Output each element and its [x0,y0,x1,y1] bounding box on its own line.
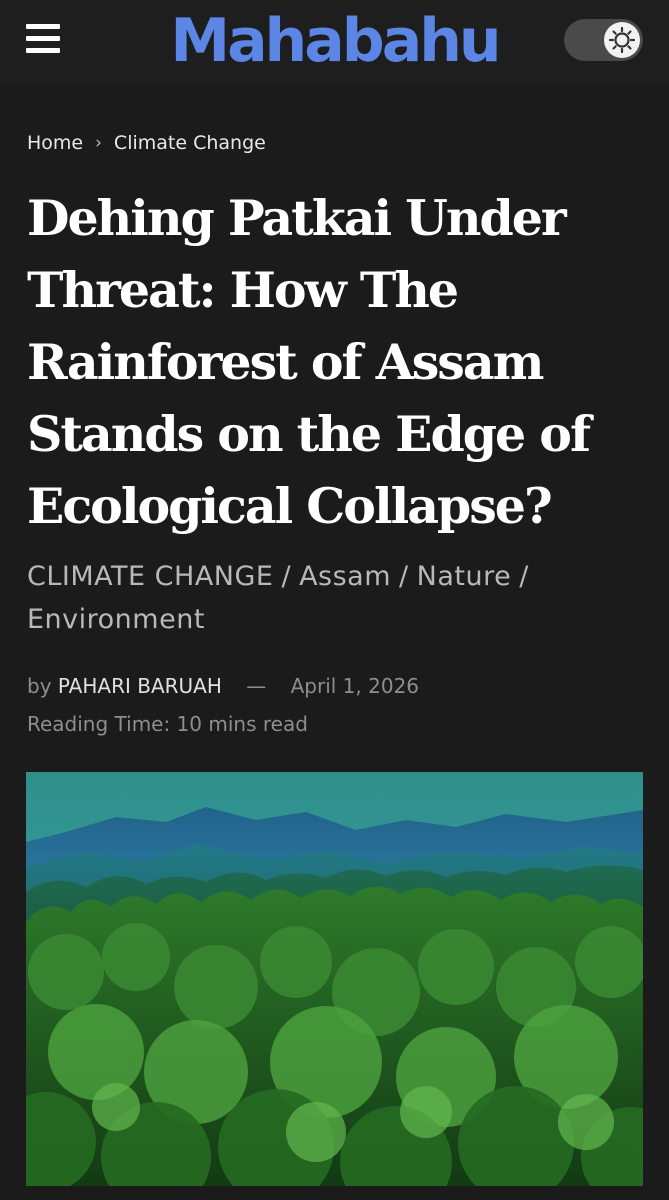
author-link[interactable]: PAHARI BARUAH [58,674,222,698]
breadcrumb: Home › Climate Change [27,132,266,154]
publish-date: April 1, 2026 [290,674,420,698]
category-separator: / [519,561,529,592]
category-link-assam[interactable]: Assam [299,561,391,592]
by-label: by [27,674,52,698]
category-separator: / [399,561,409,592]
logo-home-link[interactable] [150,6,475,76]
hero-image-rainforest [26,772,643,1186]
category-link-climate-change[interactable]: CLIMATE CHANGE [27,561,273,592]
meta-separator: — [246,674,267,698]
breadcrumb-category-link[interactable]: Climate Change [114,132,266,154]
toggle-knob [604,22,640,58]
dark-mode-toggle[interactable] [564,19,643,61]
breadcrumb-home-link[interactable]: Home [27,132,83,154]
chevron-right-icon: › [95,133,102,153]
article-meta: by PAHARI BARUAH — April 1, 2026 [27,674,419,698]
sun-gear-icon [608,26,636,54]
category-link-environment[interactable]: Environment [27,604,205,635]
article-categories: CLIMATE CHANGE / Assam / Nature / Environment [27,555,647,641]
reading-time: Reading Time: 10 mins read [27,712,308,736]
rainforest-illustration [26,772,643,1186]
category-link-nature[interactable]: Nature [417,561,512,592]
hamburger-menu-icon[interactable] [26,24,60,54]
article-title: Dehing Patkai Under Threat: How The Rain… [27,189,591,535]
site-header: Mahabahu [0,0,669,86]
category-separator: / [281,561,292,592]
